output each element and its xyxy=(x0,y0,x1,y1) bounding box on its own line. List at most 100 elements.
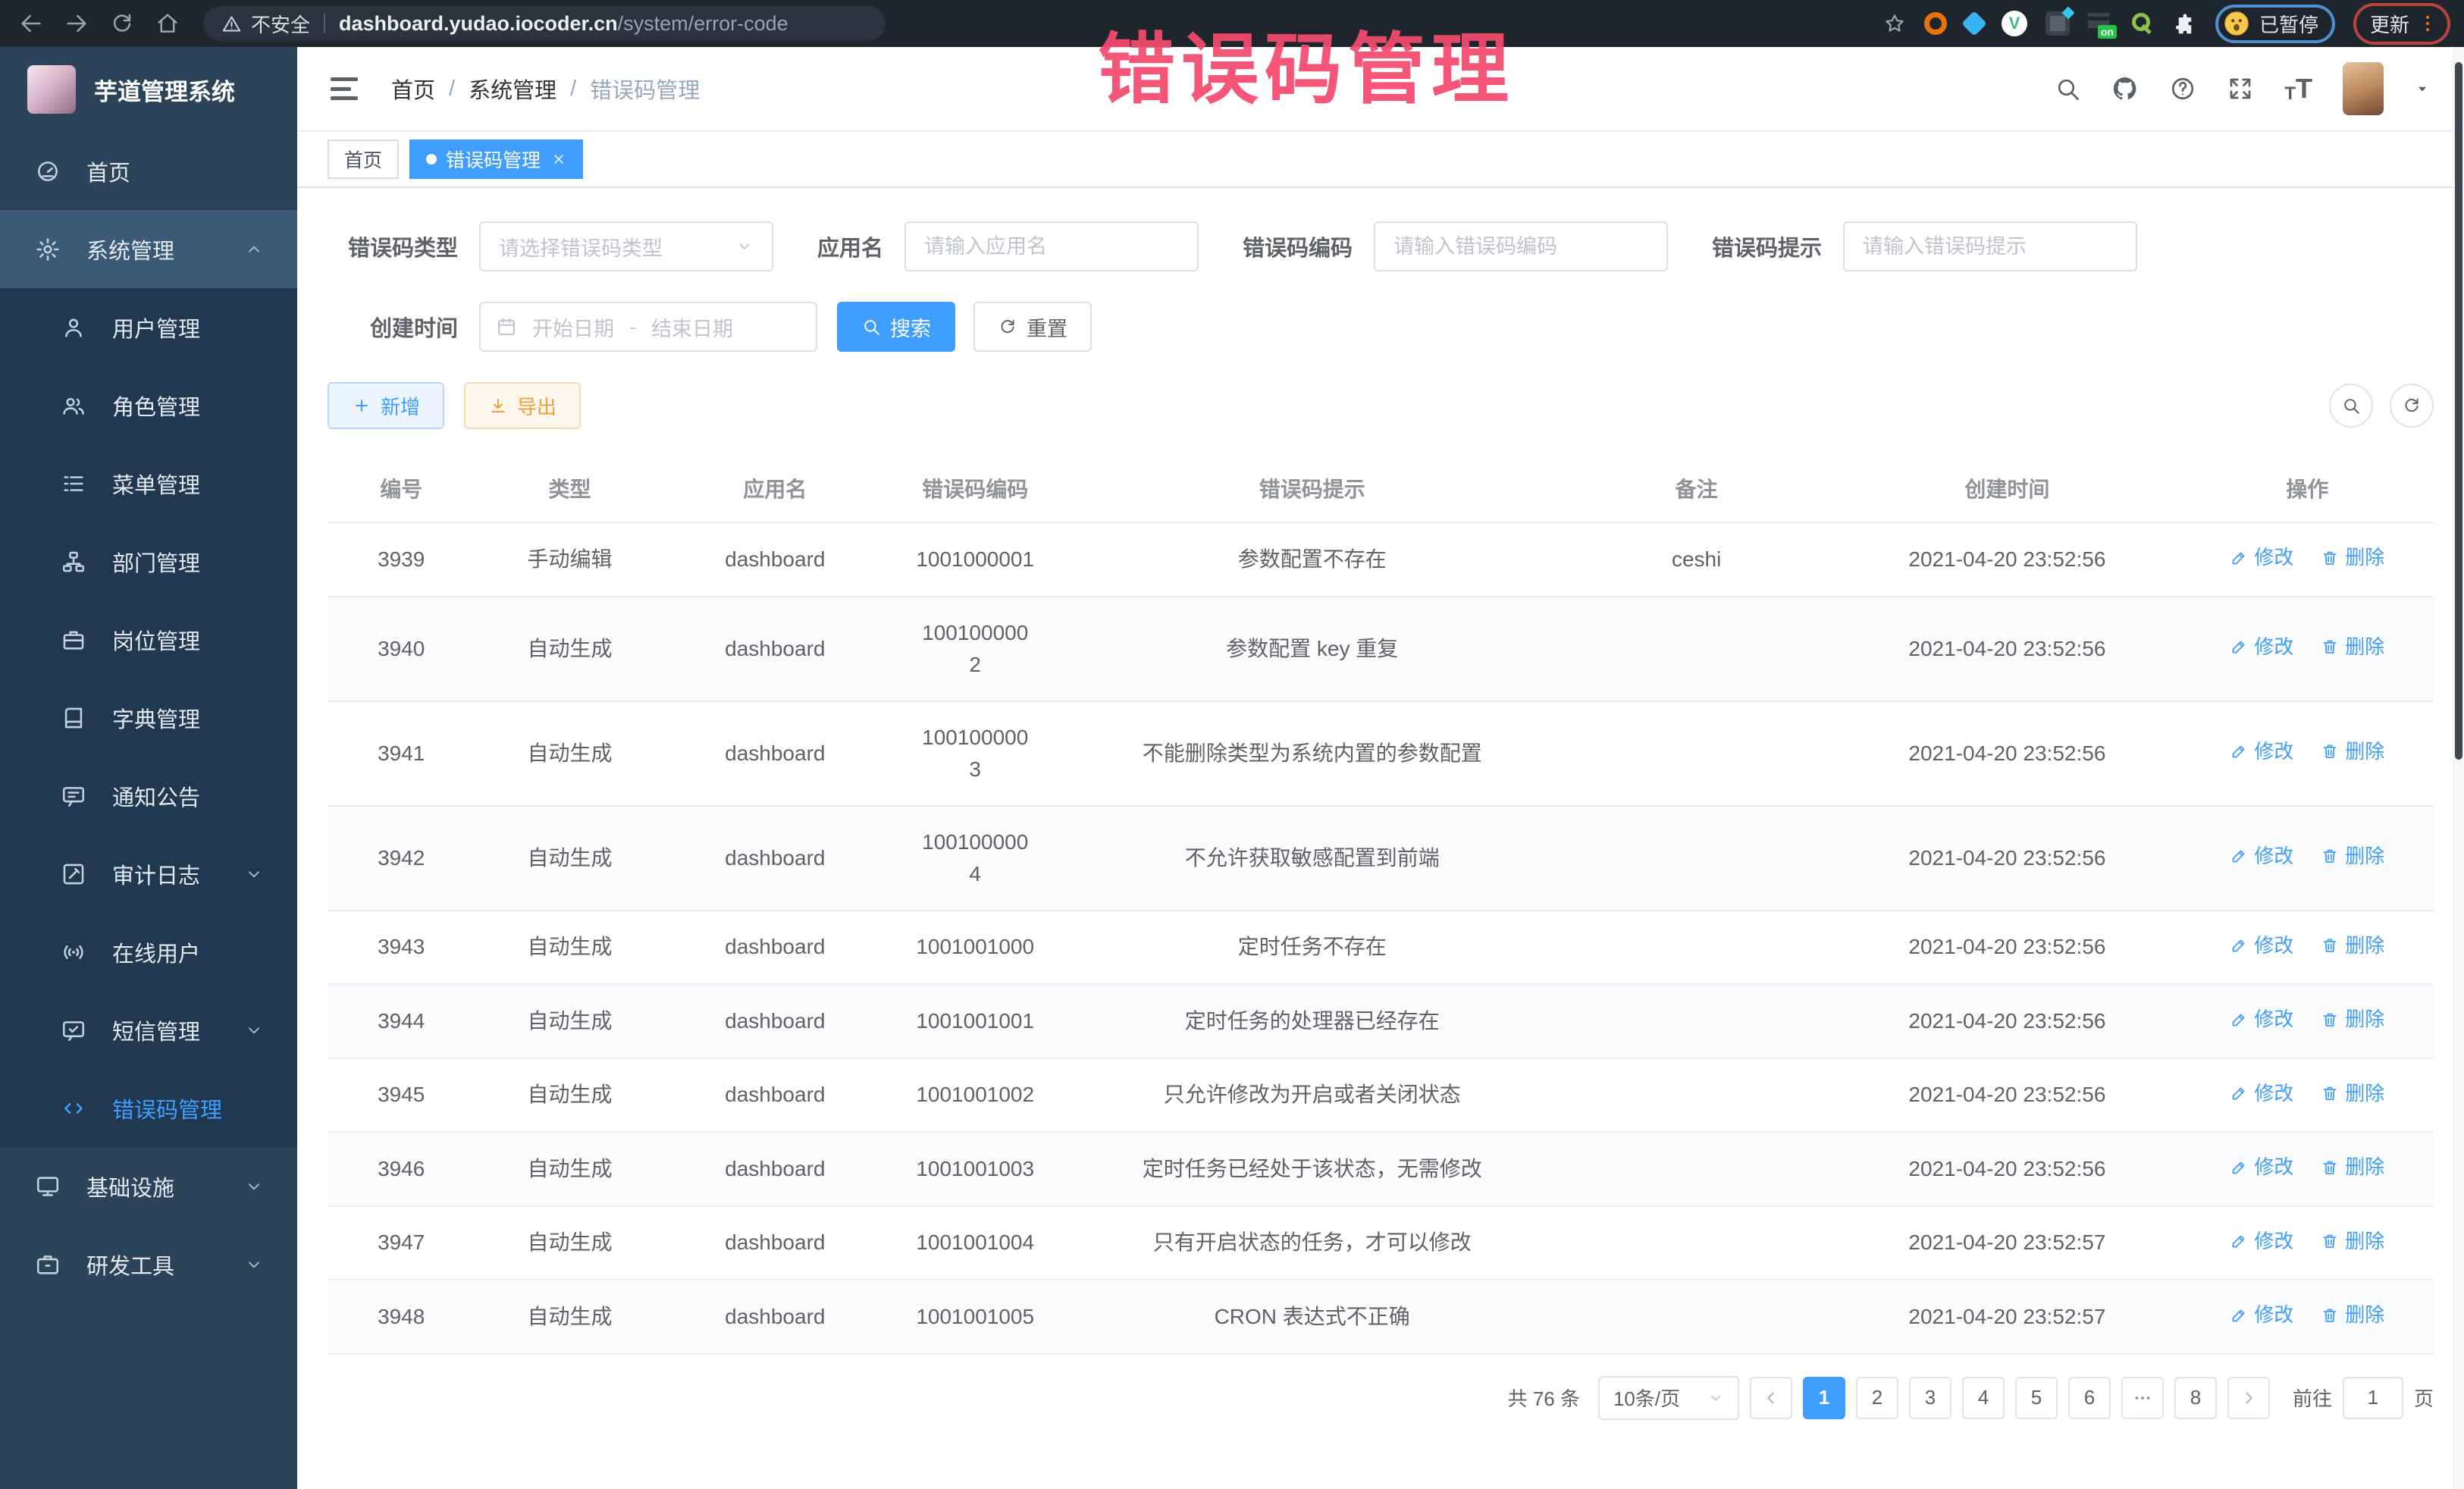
export-button[interactable]: 导出 xyxy=(464,382,581,429)
extension-icon-grid[interactable] xyxy=(2045,11,2070,36)
sidebar-item-org-tree[interactable]: 部门管理 xyxy=(0,522,297,600)
browser-update-button[interactable]: 更新 xyxy=(2353,3,2450,45)
browser-home-icon[interactable] xyxy=(155,11,180,36)
sidebar-item-briefcase[interactable]: 岗位管理 xyxy=(0,600,297,679)
sidebar-item-audit-log[interactable]: 审计日志 xyxy=(0,835,297,913)
search-icon[interactable] xyxy=(2054,75,2081,102)
edit-link[interactable]: 修改 xyxy=(2230,632,2293,662)
avatar-caret-down-icon[interactable] xyxy=(2414,80,2431,97)
extension-icon-gem[interactable] xyxy=(1961,11,1987,36)
edit-link[interactable]: 修改 xyxy=(2230,1227,2293,1256)
extension-icon-vue-devtools[interactable]: V xyxy=(2002,11,2027,36)
profile-paused-pill[interactable]: 已暂停 xyxy=(2215,5,2335,43)
browser-reload-icon[interactable] xyxy=(109,11,135,36)
page-size-select[interactable]: 10条/页 xyxy=(1598,1376,1739,1420)
next-page-button[interactable] xyxy=(2227,1377,2270,1419)
sidebar-item-gear[interactable]: 系统管理 xyxy=(0,210,297,288)
help-icon[interactable] xyxy=(2169,75,2196,102)
sidebar-item-menu-list[interactable]: 菜单管理 xyxy=(0,444,297,522)
sidebar-item-code[interactable]: 错误码管理 xyxy=(0,1069,297,1147)
app-input[interactable] xyxy=(924,235,1179,259)
hamburger-icon[interactable] xyxy=(331,77,358,100)
logo[interactable]: 芋道管理系统 xyxy=(0,47,297,132)
extension-icon-orange[interactable] xyxy=(1924,12,1947,35)
delete-link[interactable]: 删除 xyxy=(2321,1079,2384,1108)
page-button[interactable]: 4 xyxy=(1962,1377,2005,1419)
menu-item-icon xyxy=(61,939,86,965)
delete-link[interactable]: 删除 xyxy=(2321,842,2384,871)
page-button[interactable]: 3 xyxy=(1909,1377,1951,1419)
cell-actions: 修改 删除 xyxy=(2181,1058,2434,1133)
type-select[interactable]: 请选择错误码类型 xyxy=(479,221,773,271)
prev-page-button[interactable] xyxy=(1750,1377,1792,1419)
sidebar-item-users[interactable]: 角色管理 xyxy=(0,366,297,444)
sidebar-item-infrastructure[interactable]: 基础设施 xyxy=(0,1147,297,1225)
add-button[interactable]: 新增 xyxy=(328,382,444,429)
url-bar[interactable]: 不安全 dashboard.yudao.iocoder.cn/system/er… xyxy=(203,6,886,41)
edit-link[interactable]: 修改 xyxy=(2230,1300,2293,1330)
menu-item-label: 错误码管理 xyxy=(112,1092,222,1124)
edit-link[interactable]: 修改 xyxy=(2230,1079,2293,1108)
delete-label: 删除 xyxy=(2345,1005,2384,1034)
filter-group-hint: 错误码提示 xyxy=(1712,221,2137,271)
reset-button[interactable]: 重置 xyxy=(973,302,1092,352)
edit-link[interactable]: 修改 xyxy=(2230,842,2293,871)
sidebar-item-online-user[interactable]: 在线用户 xyxy=(0,913,297,991)
goto-page-input[interactable] xyxy=(2343,1377,2403,1419)
cell-message: 不允许获取敏感配置到前端 xyxy=(1064,806,1560,911)
code-input[interactable] xyxy=(1393,235,1648,259)
extension-icon-key[interactable] xyxy=(2130,11,2155,36)
sidebar-item-announcement[interactable]: 通知公告 xyxy=(0,757,297,835)
search-button[interactable]: 搜索 xyxy=(837,302,955,352)
sidebar-item-user[interactable]: 用户管理 xyxy=(0,288,297,366)
page-button[interactable]: 2 xyxy=(1856,1377,1898,1419)
page-button[interactable]: 6 xyxy=(2068,1377,2111,1419)
fullscreen-icon[interactable] xyxy=(2227,75,2254,102)
delete-link[interactable]: 删除 xyxy=(2321,632,2384,662)
refresh-table-button[interactable] xyxy=(2390,384,2434,428)
scrollbar[interactable] xyxy=(2453,47,2464,1489)
extension-icon-on-switch[interactable]: on xyxy=(2088,11,2112,36)
delete-link[interactable]: 删除 xyxy=(2321,1005,2384,1034)
edit-link[interactable]: 修改 xyxy=(2230,737,2293,766)
hint-input[interactable] xyxy=(1863,235,2118,259)
sidebar-item-sms[interactable]: 短信管理 xyxy=(0,991,297,1069)
export-button-label: 导出 xyxy=(517,392,556,420)
bookmark-star-icon[interactable] xyxy=(1883,12,1906,35)
delete-link[interactable]: 删除 xyxy=(2321,543,2384,572)
scrollbar-thumb[interactable] xyxy=(2455,62,2462,760)
sidebar-item-dictionary[interactable]: 字典管理 xyxy=(0,679,297,757)
browser-back-icon[interactable] xyxy=(18,11,44,36)
delete-link[interactable]: 删除 xyxy=(2321,931,2384,961)
edit-link[interactable]: 修改 xyxy=(2230,543,2293,572)
edit-link[interactable]: 修改 xyxy=(2230,1152,2293,1182)
user-avatar[interactable] xyxy=(2343,62,2384,115)
breadcrumb-item[interactable]: 错误码管理 xyxy=(590,73,700,105)
browser-menu-icon[interactable] xyxy=(2417,13,2438,34)
toggle-search-button[interactable] xyxy=(2329,384,2373,428)
menu-item-label: 系统管理 xyxy=(86,234,174,265)
breadcrumb-item[interactable]: 系统管理 xyxy=(469,73,556,105)
chevron-icon xyxy=(244,1177,264,1196)
sidebar-item-dev-tools[interactable]: 研发工具 xyxy=(0,1225,297,1303)
page-more-button[interactable] xyxy=(2121,1377,2164,1419)
delete-link[interactable]: 删除 xyxy=(2321,737,2384,766)
font-size-icon[interactable]: TT xyxy=(2284,73,2312,105)
sidebar-item-dashboard[interactable]: 首页 xyxy=(0,132,297,210)
date-range-input[interactable]: 开始日期 - 结束日期 xyxy=(479,302,817,352)
edit-link[interactable]: 修改 xyxy=(2230,931,2293,961)
delete-link[interactable]: 删除 xyxy=(2321,1300,2384,1330)
browser-forward-icon[interactable] xyxy=(64,11,89,36)
close-icon[interactable] xyxy=(551,152,566,167)
page-button[interactable]: 8 xyxy=(2174,1377,2217,1419)
github-icon[interactable] xyxy=(2111,75,2139,102)
edit-link[interactable]: 修改 xyxy=(2230,1005,2293,1034)
page-button[interactable]: 5 xyxy=(2015,1377,2058,1419)
extensions-puzzle-icon[interactable] xyxy=(2173,11,2197,36)
page-button[interactable]: 1 xyxy=(1803,1377,1845,1419)
view-tag[interactable]: 首页 xyxy=(328,139,399,179)
delete-link[interactable]: 删除 xyxy=(2321,1152,2384,1182)
delete-link[interactable]: 删除 xyxy=(2321,1227,2384,1256)
breadcrumb-item[interactable]: 首页 xyxy=(391,73,435,105)
view-tag[interactable]: 错误码管理 xyxy=(409,139,583,179)
